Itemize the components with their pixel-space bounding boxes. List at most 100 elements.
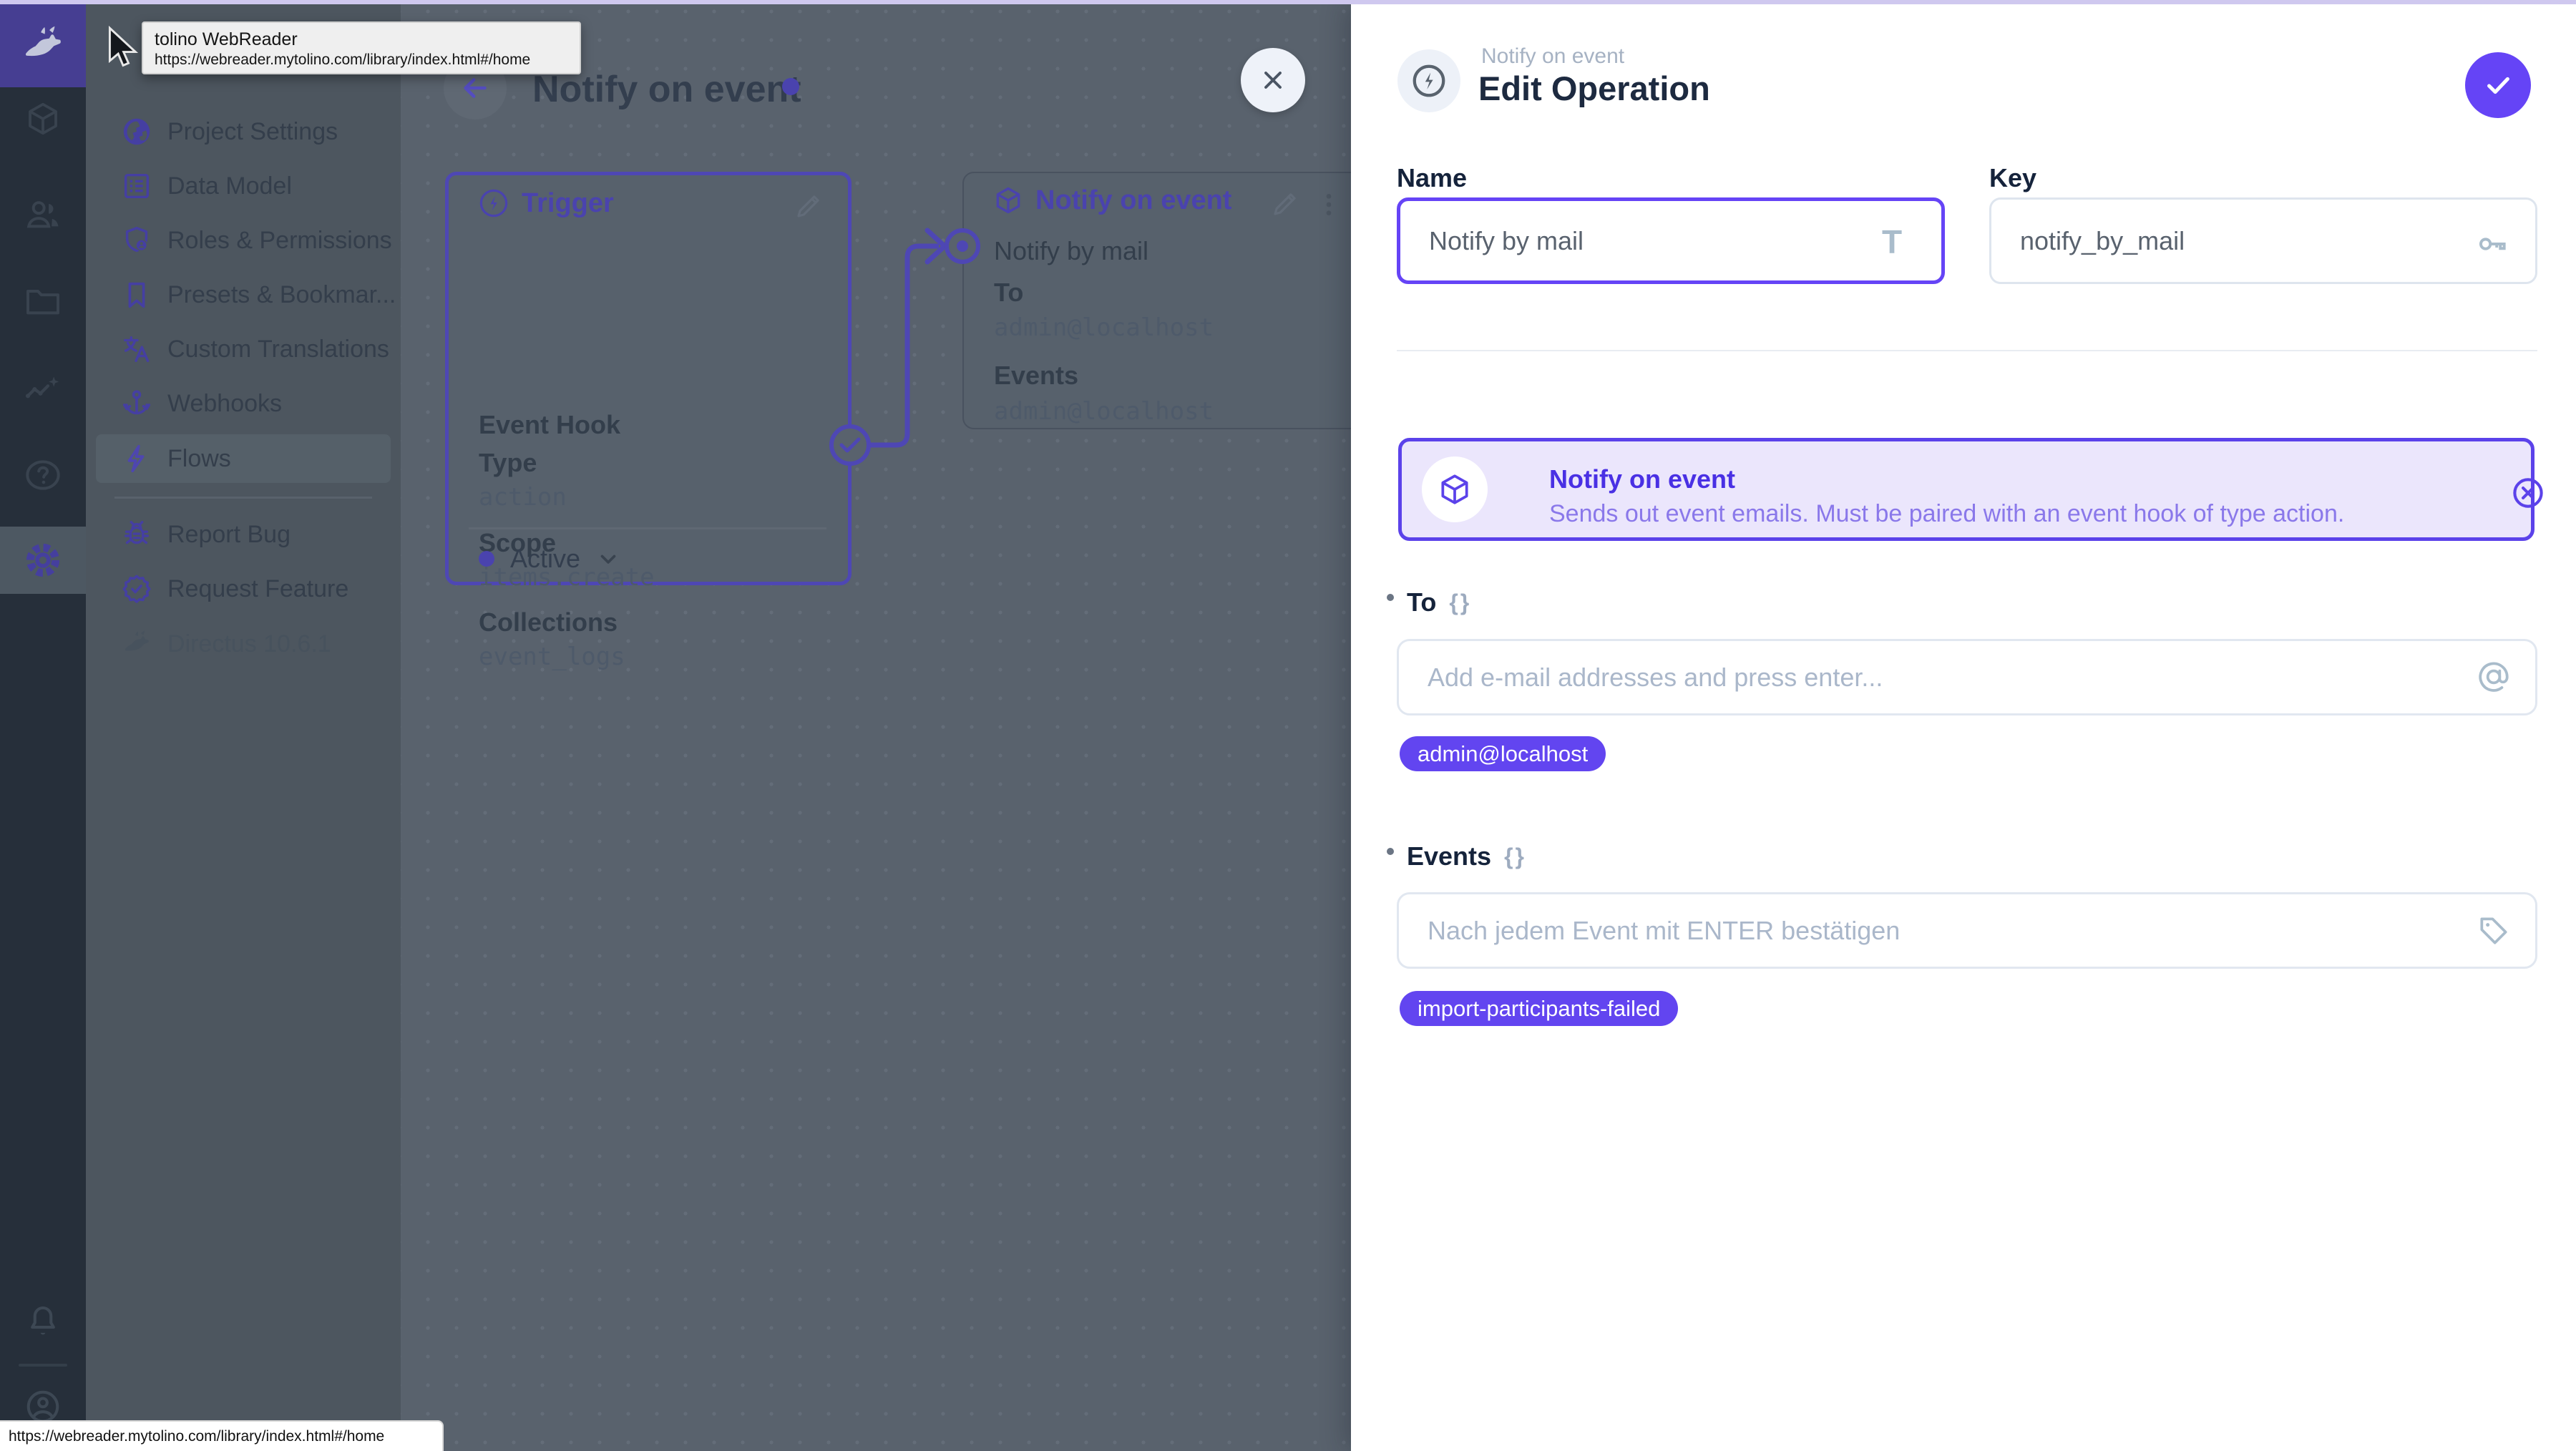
shield-person-icon: [125, 227, 148, 253]
nav-item-custom-translations[interactable]: Custom Translations: [96, 325, 391, 373]
operation-type-icon-circle: [1397, 49, 1460, 112]
mouse-cursor: [108, 26, 139, 67]
nav-item-roles-permissions[interactable]: Roles & Permissions: [96, 216, 392, 265]
bookmark-icon: [128, 282, 145, 308]
anchor-icon: [122, 390, 151, 415]
module-help-icon[interactable]: [0, 441, 86, 509]
tag-icon: [2480, 917, 2507, 944]
nav-item-project-settings[interactable]: Project Settings: [96, 107, 391, 156]
divider: [19, 1364, 67, 1367]
events-field-label: Events: [1407, 841, 1492, 871]
trigger-row-value: event_logs: [479, 643, 625, 671]
trigger-row-label: Collections: [479, 607, 618, 637]
module-bar: [0, 0, 86, 1451]
cube-icon: [996, 187, 1020, 214]
close-drawer-button[interactable]: [1241, 48, 1305, 112]
flow-status-dot: [782, 78, 799, 95]
to-chip[interactable]: admin@localhost: [1400, 736, 1606, 771]
key-icon: [2479, 238, 2506, 250]
browser-tooltip: tolino WebReader https://webreader.mytol…: [142, 21, 581, 74]
nav-item-presets-bookmarks[interactable]: Presets & Bookmar...: [96, 270, 396, 319]
to-input[interactable]: [1397, 639, 2537, 715]
interpolation-icon[interactable]: {}: [1504, 844, 1526, 870]
operation-row-label: Events: [994, 361, 1079, 390]
bolt-circle-icon: [1413, 64, 1445, 97]
key-field-label: Key: [1989, 163, 2037, 192]
trigger-card[interactable]: Trigger Event Hook Type action Scope ite…: [445, 172, 852, 671]
module-insights-icon[interactable]: [0, 355, 86, 424]
version-label: Directus 10.6.1: [167, 630, 331, 658]
nav-label: Request Feature: [167, 575, 349, 602]
arrow-left-icon: [464, 78, 487, 98]
nav-item-version: Directus 10.6.1: [96, 620, 391, 668]
trigger-bolt-icon: [479, 189, 508, 218]
divider: [469, 527, 826, 529]
to-field-label: To: [1407, 587, 1437, 617]
nav-label: Custom Translations: [167, 335, 389, 363]
events-input[interactable]: [1397, 892, 2537, 969]
interpolation-icon[interactable]: {}: [1449, 590, 1471, 616]
banner-cube-circle: [1422, 456, 1488, 522]
trigger-row-label: Type: [479, 448, 537, 477]
chevron-down-icon: [600, 554, 616, 564]
edit-operation-icon[interactable]: [1270, 189, 1300, 219]
operation-card[interactable]: Notify on event Notify by mail To admin@…: [962, 172, 1363, 429]
nav-item-webhooks[interactable]: Webhooks: [96, 379, 391, 428]
module-settings-icon[interactable]: [0, 527, 86, 594]
trigger-status-label: Active: [510, 544, 581, 573]
operation-type-banner: Notify on event Sends out event emails. …: [1398, 438, 2543, 541]
cube-icon: [1441, 474, 1468, 504]
close-icon: [1264, 72, 1282, 89]
operation-name: Notify by mail: [994, 236, 1149, 265]
operation-row-value: admin@localhost: [994, 313, 1214, 342]
module-users-icon[interactable]: [0, 180, 86, 249]
nav-label: Flows: [167, 444, 231, 472]
nav-item-request-feature[interactable]: Request Feature: [96, 565, 391, 613]
tooltip-url: https://webreader.mytolino.com/library/i…: [155, 52, 531, 68]
required-dot: [1387, 848, 1394, 855]
settings-nav-panel: Project Settings Data Model Roles & Perm…: [86, 4, 401, 1451]
title-formatter-icon[interactable]: T: [1882, 223, 1902, 261]
top-accent-strip: [0, 0, 2576, 4]
drawer-context-label: Notify on event: [1481, 44, 1625, 68]
check-icon: [2487, 77, 2509, 94]
status-url: https://webreader.mytolino.com/library/i…: [9, 1427, 385, 1445]
nav-label: Webhooks: [167, 389, 283, 417]
verified-badge-icon: [122, 575, 151, 603]
browser-status-bar: https://webreader.mytolino.com/library/i…: [0, 1420, 444, 1451]
nav-item-data-model[interactable]: Data Model: [96, 162, 391, 210]
translate-icon: [123, 336, 150, 363]
bolt-icon: [127, 444, 145, 473]
operation-card-title: Notify on event: [1035, 185, 1232, 215]
module-content-icon[interactable]: [0, 84, 86, 153]
edit-trigger-icon[interactable]: [794, 191, 824, 221]
deselect-operation-icon[interactable]: [2509, 474, 2547, 512]
events-chip[interactable]: import-participants-failed: [1400, 991, 1679, 1026]
operation-row-value: admin@localhost: [994, 397, 1214, 426]
trigger-row-label: Event Hook: [479, 410, 621, 439]
rabbit-logo-icon: [25, 26, 61, 57]
nav-item-report-bug[interactable]: Report Bug: [96, 510, 391, 559]
globe-icon: [123, 118, 150, 145]
notifications-bell-icon[interactable]: [0, 1286, 86, 1355]
nav-label: Presets & Bookmar...: [167, 280, 396, 308]
save-button[interactable]: [2465, 52, 2531, 118]
module-files-icon[interactable]: [0, 267, 86, 336]
drawer-title: Edit Operation: [1478, 69, 1710, 107]
name-input[interactable]: [1397, 197, 1945, 284]
banner-title: Notify on event: [1549, 464, 1736, 494]
active-status-dot: [479, 551, 494, 567]
directus-logo[interactable]: [0, 4, 86, 87]
rabbit-icon: [125, 630, 149, 651]
trigger-status[interactable]: Active: [479, 544, 620, 574]
nav-item-flows[interactable]: Flows: [96, 434, 391, 483]
key-input[interactable]: [1989, 197, 2537, 284]
tooltip-title: tolino WebReader: [155, 29, 298, 49]
nav-label: Project Settings: [167, 117, 338, 145]
nav-label: Report Bug: [167, 520, 291, 548]
kebab-menu-icon[interactable]: [1314, 190, 1343, 219]
events-field-header: Events {}: [1387, 841, 1526, 871]
trigger-card-title: Trigger: [522, 187, 614, 218]
banner-description: Sends out event emails. Must be paired w…: [1549, 500, 2345, 527]
flow-title: Notify on event: [532, 69, 801, 110]
